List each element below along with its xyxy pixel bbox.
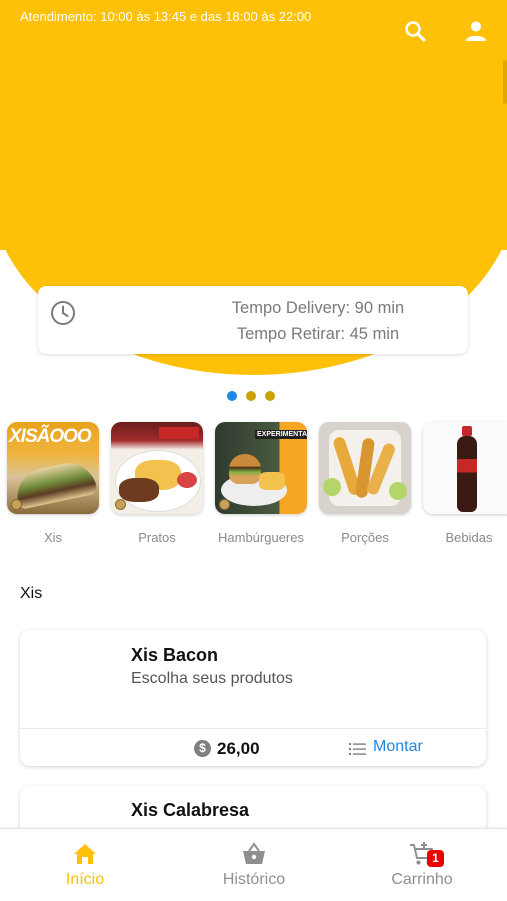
category-porcoes[interactable]: Porções <box>319 422 411 545</box>
category-label: Bebidas <box>445 530 493 545</box>
search-icon[interactable] <box>402 18 428 44</box>
user-icon[interactable] <box>463 18 489 44</box>
carousel-dot-2[interactable] <box>246 391 256 401</box>
product-description: Escolha seus produtos <box>131 670 293 687</box>
bottle-cap <box>462 426 472 436</box>
pickup-time: Tempo Retirar: 45 min <box>236 325 400 343</box>
lime <box>323 478 341 496</box>
nav-item-inicio[interactable]: Início <box>30 841 140 889</box>
steak <box>119 478 159 502</box>
carousel-dot-3[interactable] <box>265 391 275 401</box>
product-name: Xis Calabresa <box>131 800 250 820</box>
nav-label: Histórico <box>222 871 286 888</box>
product-price: 26,00 <box>217 739 260 758</box>
category-bebidas[interactable]: Bebidas <box>423 422 507 545</box>
bottom-navigation: Início Histórico Carrinho 1 <box>0 828 507 901</box>
category-hamburgueres[interactable]: EXPERIMENTAR Hambúrgueres <box>215 422 307 545</box>
category-porcoes-image <box>319 422 411 514</box>
product-footer: $ 26,00 Montar <box>20 728 486 769</box>
section-title: Xis <box>20 585 43 602</box>
montar-button[interactable]: Montar <box>373 738 423 756</box>
opening-hours: Atendimento: 10:00 às 13:45 e das 18:00 … <box>20 9 312 24</box>
carousel-indicator <box>227 391 275 401</box>
logo-badge <box>115 499 126 510</box>
logo-badge <box>219 499 230 510</box>
logo-badge <box>11 499 22 510</box>
product-card[interactable]: Xis Bacon Escolha seus produtos $ 26,00 … <box>20 630 486 766</box>
category-bebidas-image <box>423 422 507 514</box>
menu-tag <box>159 427 199 439</box>
category-label: Hambúrgueres <box>218 530 304 545</box>
basket-icon <box>241 841 267 867</box>
category-pratos-image <box>111 422 203 514</box>
category-label: Xis <box>43 530 63 545</box>
home-icon <box>72 841 98 867</box>
product-name: Xis Bacon <box>131 645 219 665</box>
soda-bottle <box>457 436 477 512</box>
nav-item-historico[interactable]: Histórico <box>199 841 309 889</box>
nav-item-carrinho[interactable]: Carrinho 1 <box>367 841 477 889</box>
category-pratos[interactable]: Pratos <box>111 422 203 545</box>
nav-label: Carrinho <box>391 871 453 888</box>
currency-icon: $ <box>194 740 211 757</box>
category-label: Pratos <box>138 530 176 545</box>
lime <box>389 482 407 500</box>
nav-label: Início <box>65 871 105 888</box>
fries <box>259 472 285 490</box>
scrollbar[interactable] <box>503 60 507 104</box>
category-xis-image: XISÃOOO <box>7 422 99 514</box>
list-icon[interactable] <box>349 741 367 757</box>
cart-count-badge: 1 <box>427 850 444 867</box>
category-image-text: EXPERIMENTAR <box>255 430 307 439</box>
category-label: Porções <box>341 530 389 545</box>
category-hamburgueres-image: EXPERIMENTAR <box>215 422 307 514</box>
category-xis[interactable]: XISÃOOO Xis <box>7 422 99 545</box>
delivery-time: Tempo Delivery: 90 min <box>231 299 405 317</box>
delivery-times: Tempo Delivery: 90 min Tempo Retirar: 45… <box>198 295 438 347</box>
clock-icon <box>50 300 76 326</box>
tomato <box>177 472 197 488</box>
burger <box>229 454 261 484</box>
delivery-time-card: Tempo Delivery: 90 min Tempo Retirar: 45… <box>38 286 468 354</box>
carousel-dot-1[interactable] <box>227 391 237 401</box>
category-image-text: XISÃOOO <box>9 426 92 447</box>
sandwich-illustration <box>12 458 98 510</box>
